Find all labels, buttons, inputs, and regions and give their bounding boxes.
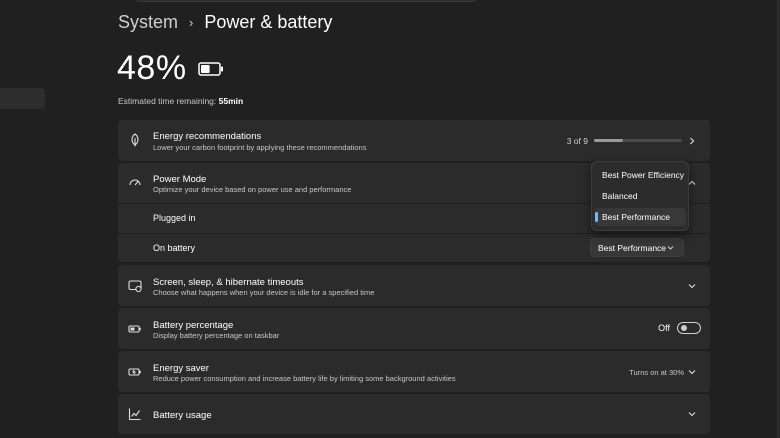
chevron-right-icon[interactable]	[688, 137, 696, 145]
energy-recommendations-subtitle: Lower your carbon footprint by applying …	[153, 143, 367, 152]
on-battery-label: On battery	[153, 243, 196, 253]
toggle-knob	[681, 325, 687, 331]
recommendations-progress-bar	[594, 139, 682, 142]
chevron-down-icon[interactable]	[688, 282, 696, 290]
power-mode-title: Power Mode	[153, 174, 207, 185]
menu-item-best-performance[interactable]: Best Performance	[595, 208, 686, 226]
power-mode-icon	[129, 179, 141, 186]
breadcrumb-system[interactable]: System	[118, 12, 178, 33]
leaf-icon	[131, 133, 139, 147]
energy-saver-subtitle: Reduce power consumption and increase ba…	[153, 374, 456, 383]
battery-percentage-toggle[interactable]	[677, 322, 701, 334]
plugged-in-label: Plugged in	[153, 213, 196, 223]
menu-item-balanced[interactable]: Balanced	[595, 187, 686, 205]
estimated-time-label: Estimated time remaining:	[118, 96, 217, 106]
search-box[interactable]	[135, 0, 477, 2]
energy-saver-card[interactable]: Energy saver Reduce power consumption an…	[118, 351, 710, 392]
battery-percentage-subtitle: Display battery percentage on taskbar	[153, 331, 280, 340]
breadcrumb: System › Power & battery	[118, 12, 332, 33]
chevron-up-icon[interactable]	[688, 179, 696, 187]
recommendations-progress-fill	[594, 139, 624, 142]
estimated-time-value: 55min	[218, 96, 244, 106]
screen-sleep-subtitle: Choose what happens when your device is …	[153, 288, 375, 297]
estimated-time: Estimated time remaining: 55min	[118, 96, 243, 106]
screen-sleep-card[interactable]: Screen, sleep, & hibernate timeouts Choo…	[118, 265, 710, 306]
divider	[118, 233, 710, 234]
energy-saver-title: Energy saver	[153, 363, 209, 374]
battery-settings-icon	[128, 325, 141, 333]
battery-icon	[198, 62, 223, 76]
battery-percentage-toggle-label: Off	[658, 323, 670, 333]
energy-saver-icon	[128, 368, 141, 376]
chevron-down-icon[interactable]	[688, 410, 696, 418]
screen-sleep-title: Screen, sleep, & hibernate timeouts	[153, 277, 304, 288]
energy-recommendations-card[interactable]: Energy recommendations Lower your carbon…	[118, 120, 710, 161]
navigation-pane	[0, 0, 100, 438]
breadcrumb-separator-icon: ›	[189, 15, 194, 30]
energy-saver-status: Turns on at 30%	[629, 368, 684, 377]
battery-percent: 48%	[117, 49, 187, 87]
battery-percentage-title: Battery percentage	[153, 320, 234, 331]
nav-selected-item[interactable]	[0, 88, 45, 109]
on-battery-dropdown-value: Best Performance	[598, 242, 667, 253]
page-title: Power & battery	[204, 12, 333, 32]
recommendations-progress-text: 3 of 9	[566, 136, 588, 146]
chevron-down-icon	[667, 246, 674, 250]
power-mode-dropdown-menu: Best Power Efficiency Balanced Best Perf…	[591, 161, 689, 231]
chart-icon	[128, 408, 141, 421]
energy-recommendations-title: Energy recommendations	[153, 131, 262, 142]
chevron-down-icon[interactable]	[688, 368, 696, 376]
battery-usage-title: Battery usage	[153, 410, 212, 421]
battery-percentage-card: Battery percentage Display battery perce…	[118, 308, 710, 349]
power-mode-subtitle: Optimize your device based on power use …	[153, 185, 352, 194]
menu-item-best-power-efficiency[interactable]: Best Power Efficiency	[595, 166, 686, 184]
on-battery-dropdown[interactable]: Best Performance	[590, 238, 684, 257]
monitor-sleep-icon	[128, 280, 142, 293]
battery-usage-card[interactable]: Battery usage	[118, 394, 710, 434]
